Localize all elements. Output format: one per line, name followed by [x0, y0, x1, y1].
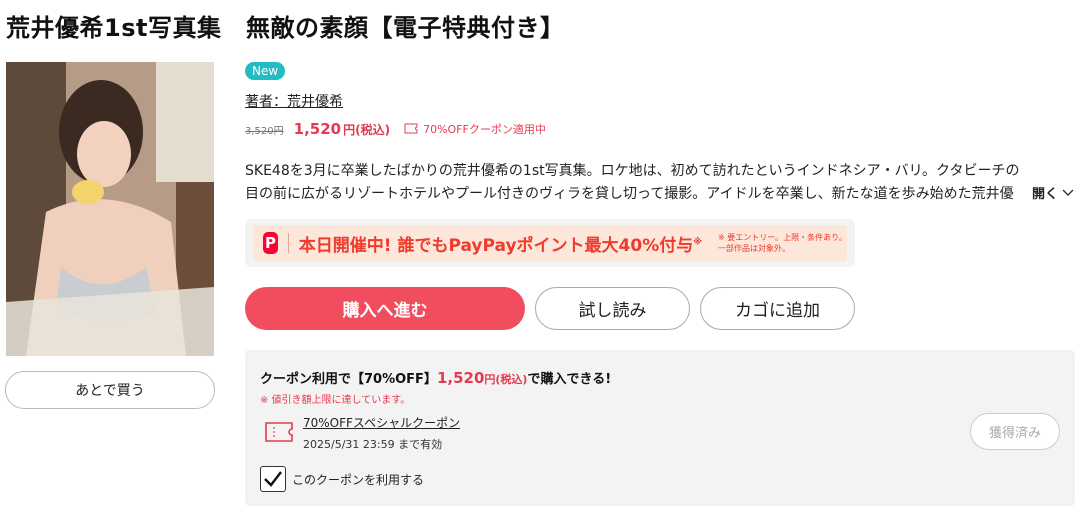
coupon-ticket-icon	[404, 123, 418, 134]
coupon-warning: ※ 値引き額上限に達しています。	[260, 395, 411, 406]
coupon-applied-label: 70%OFFクーポン適用中	[423, 122, 546, 136]
coupon-head-prefix: クーポン利用で【70%OFF】	[260, 372, 437, 387]
coupon-expiry: 2025/5/31 23:59 まで有効	[303, 438, 443, 451]
use-coupon-checkbox[interactable]	[260, 466, 286, 492]
author-link[interactable]: 著者：荒井優希	[245, 91, 343, 111]
paypay-campaign-text: 本日開催中! 誰でもPayPayポイント最大40%付与※	[299, 231, 702, 256]
coupon-head-unit: 円(税込)	[484, 373, 528, 386]
cover-image[interactable]	[6, 62, 214, 356]
expand-label: 開く	[1032, 187, 1059, 202]
coupon-name-link[interactable]: 70%OFFスペシャルクーポン	[303, 414, 460, 431]
paypay-campaign-mark: ※	[693, 236, 702, 247]
checkmark-icon	[264, 471, 282, 487]
coupon-head-suffix: で購入できる!	[527, 372, 612, 387]
price-row: 3,520円 1,520 円(税込) 70%OFFクーポン適用中	[245, 120, 546, 138]
paypay-campaign-main: 本日開催中! 誰でもPayPayポイント最大40%付与	[298, 235, 694, 256]
coupon-headline: クーポン利用で【70%OFF】 1,520 円(税込) で購入できる!	[260, 368, 611, 387]
coupon-head-price: 1,520	[436, 369, 485, 387]
paypay-note-line1: ※ 要エントリー。上限・条件あり。	[717, 233, 847, 242]
cover-photo-illustration	[6, 62, 214, 356]
trial-read-button[interactable]: 試し読み	[535, 287, 690, 330]
chevron-down-icon	[1062, 189, 1074, 196]
paypay-campaign-banner[interactable]: P 本日開催中! 誰でもPayPayポイント最大40%付与※ ※ 要エントリー。…	[245, 219, 855, 267]
paypay-logo-icon: P	[263, 232, 279, 254]
coupon-ticket-icon	[265, 422, 293, 442]
original-price: 3,520円	[245, 126, 284, 137]
page-title: 荒井優希1st写真集 無敵の素顔【電子特典付き】	[6, 14, 565, 42]
buy-later-button[interactable]: あとで買う	[5, 371, 215, 409]
coupon-panel: クーポン利用で【70%OFF】 1,520 円(税込) で購入できる! ※ 値引…	[245, 350, 1075, 506]
add-to-cart-button[interactable]: カゴに追加	[700, 287, 855, 330]
coupon-acquired-button[interactable]: 獲得済み	[970, 413, 1060, 450]
use-coupon-label[interactable]: このクーポンを利用する	[292, 471, 424, 488]
new-badge: New	[245, 62, 286, 80]
sale-price: 1,520	[293, 120, 342, 138]
product-description: SKE48を3月に卒業したばかりの荒井優希の1st写真集。ロケ地は、初めて訪れた…	[245, 163, 1020, 202]
divider	[288, 233, 289, 253]
purchase-button[interactable]: 購入へ進む	[245, 287, 525, 330]
paypay-banner-inner: P 本日開催中! 誰でもPayPayポイント最大40%付与※ ※ 要エントリー。…	[253, 225, 847, 261]
paypay-note-line2: 一部作品は対象外。	[717, 244, 790, 253]
expand-description-button[interactable]: 開く	[1026, 183, 1075, 202]
coupon-applied-status: 70%OFFクーポン適用中	[404, 121, 546, 137]
paypay-campaign-note: ※ 要エントリー。上限・条件あり。 一部作品は対象外。	[718, 232, 847, 254]
sale-price-unit: 円(税込)	[343, 123, 391, 137]
